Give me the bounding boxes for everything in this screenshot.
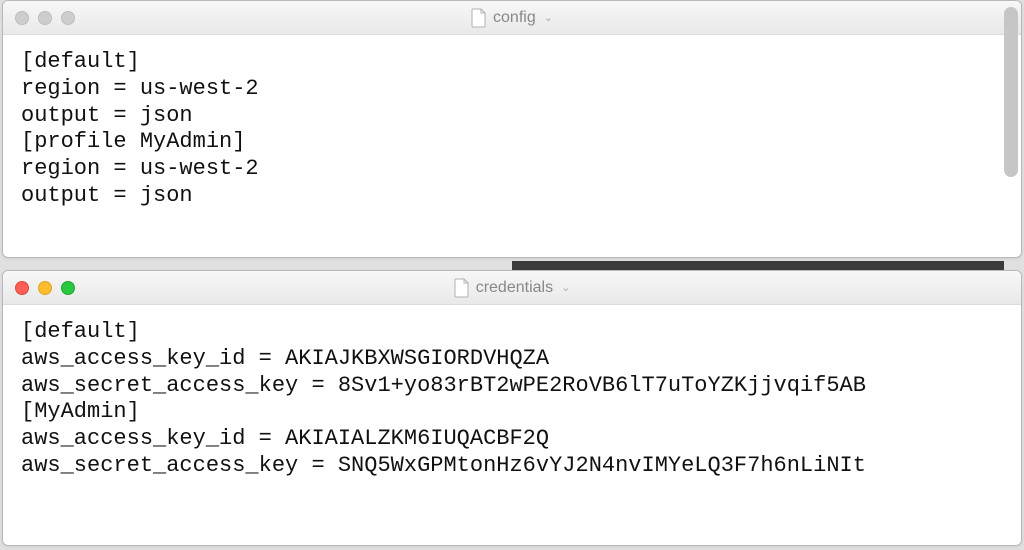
file-line: aws_access_key_id = AKIAIALZKM6IUQACBF2Q (21, 426, 549, 451)
titlebar[interactable]: credentials ⌄ (3, 271, 1021, 305)
file-line: [MyAdmin] (21, 399, 140, 424)
file-line: aws_secret_access_key = SNQ5WxGPMtonHz6v… (21, 453, 866, 478)
chevron-down-icon[interactable]: ⌄ (544, 11, 553, 24)
traffic-lights (15, 281, 75, 295)
document-icon[interactable] (471, 8, 487, 28)
close-icon[interactable] (15, 281, 29, 295)
minimize-icon[interactable] (38, 281, 52, 295)
file-line: aws_secret_access_key = 8Sv1+yo83rBT2wPE… (21, 373, 866, 398)
editor-content[interactable]: [default] region = us-west-2 output = js… (3, 35, 1021, 257)
file-line: region = us-west-2 (21, 76, 259, 101)
chevron-down-icon[interactable]: ⌄ (561, 281, 570, 294)
window-title[interactable]: credentials (476, 279, 553, 297)
file-line: aws_access_key_id = AKIAJKBXWSGIORDVHQZA (21, 346, 549, 371)
file-line: [default] (21, 319, 140, 344)
editor-content[interactable]: [default] aws_access_key_id = AKIAJKBXWS… (3, 305, 1021, 545)
editor-window-credentials: credentials ⌄ [default] aws_access_key_i… (2, 270, 1022, 546)
titlebar[interactable]: config ⌄ (3, 1, 1021, 35)
file-line: output = json (21, 183, 193, 208)
file-line: [default] (21, 49, 140, 74)
close-icon[interactable] (15, 11, 29, 25)
document-icon[interactable] (454, 278, 470, 298)
file-line: output = json (21, 103, 193, 128)
file-line: region = us-west-2 (21, 156, 259, 181)
zoom-icon[interactable] (61, 11, 75, 25)
traffic-lights (15, 11, 75, 25)
scrollbar-thumb[interactable] (1004, 7, 1018, 177)
window-title[interactable]: config (493, 9, 536, 27)
file-line: [profile MyAdmin] (21, 129, 245, 154)
zoom-icon[interactable] (61, 281, 75, 295)
minimize-icon[interactable] (38, 11, 52, 25)
editor-window-config: config ⌄ [default] region = us-west-2 ou… (2, 0, 1022, 258)
